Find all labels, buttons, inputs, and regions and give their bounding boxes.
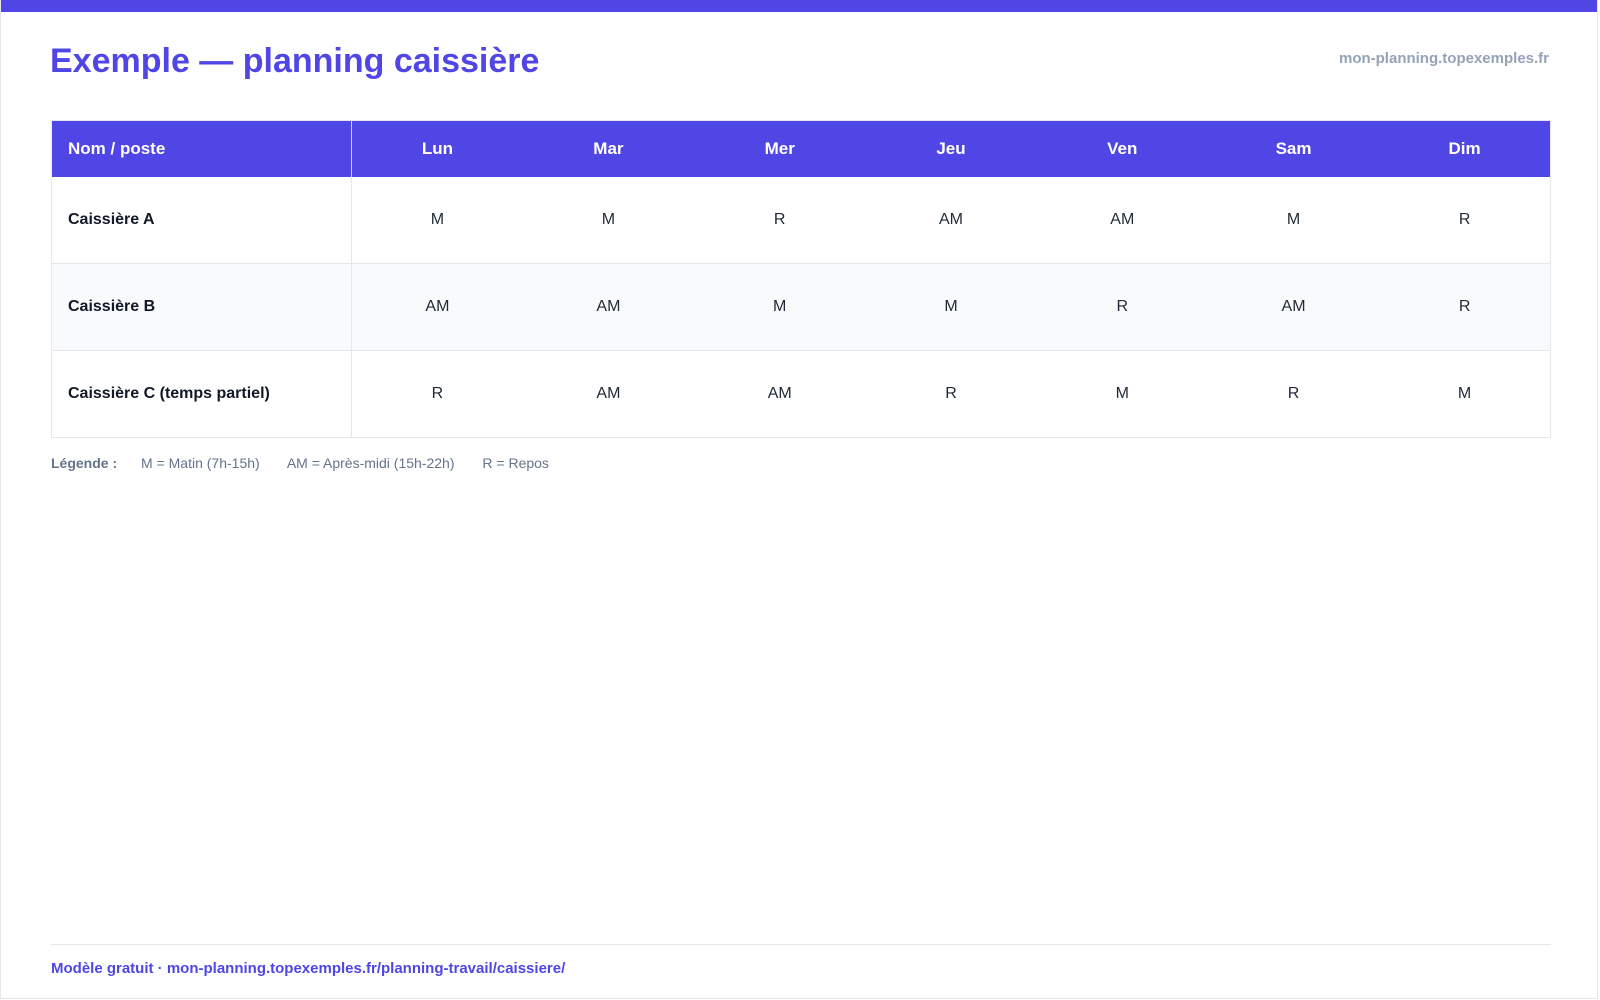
column-header-day: Jeu	[865, 120, 1037, 177]
shift-cell: AM	[351, 263, 523, 351]
column-header-day: Sam	[1207, 120, 1380, 177]
legend-item-morning: M = Matin (7h-15h)	[141, 455, 260, 471]
legend: Légende : M = Matin (7h-15h) AM = Après-…	[51, 454, 573, 472]
shift-cell: M	[1036, 350, 1208, 438]
shift-cell: R	[1379, 177, 1551, 264]
shift-cell: M	[351, 177, 523, 264]
column-header-day: Dim	[1379, 120, 1551, 177]
shift-cell: M	[1379, 350, 1551, 438]
table-row: Caissière B AM AM M M R AM R	[51, 263, 1551, 351]
shift-cell: AM	[522, 350, 695, 438]
shift-cell: M	[1207, 177, 1380, 264]
top-accent-bar	[1, 0, 1597, 12]
employee-name: Caissière A	[51, 177, 352, 264]
column-header-day: Mer	[694, 120, 866, 177]
site-url[interactable]: mon-planning.topexemples.fr	[1339, 50, 1549, 68]
shift-cell: AM	[694, 350, 866, 438]
table-header-row: Nom / poste Lun Mar Mer Jeu Ven Sam Dim	[51, 120, 1551, 177]
shift-cell: M	[694, 263, 866, 351]
shift-cell: R	[865, 350, 1037, 438]
shift-cell: R	[694, 177, 866, 264]
employee-name: Caissière C (temps partiel)	[51, 350, 352, 438]
shift-cell: M	[865, 263, 1037, 351]
shift-cell: AM	[522, 263, 695, 351]
legend-item-rest: R = Repos	[482, 455, 549, 471]
employee-name: Caissière B	[51, 263, 352, 351]
page-title: Exemple — planning caissière	[50, 42, 540, 80]
schedule-table: Nom / poste Lun Mar Mer Jeu Ven Sam Dim …	[51, 120, 1551, 438]
shift-cell: AM	[865, 177, 1037, 264]
footer-link[interactable]: Modèle gratuit · mon-planning.topexemple…	[51, 960, 565, 978]
shift-cell: R	[1379, 263, 1551, 351]
shift-cell: R	[1036, 263, 1208, 351]
legend-item-afternoon: AM = Après-midi (15h-22h)	[286, 455, 455, 471]
column-header-day: Lun	[351, 120, 523, 177]
table-row: Caissière A M M R AM AM M R	[51, 177, 1551, 264]
column-header-name: Nom / poste	[51, 120, 352, 177]
legend-title: Légende :	[51, 455, 118, 471]
column-header-day: Mar	[522, 120, 695, 177]
shift-cell: M	[522, 177, 695, 264]
shift-cell: AM	[1207, 263, 1380, 351]
footer-divider	[51, 944, 1551, 945]
shift-cell: R	[351, 350, 523, 438]
table-row: Caissière C (temps partiel) R AM AM R M …	[51, 350, 1551, 438]
column-header-day: Ven	[1036, 120, 1208, 177]
shift-cell: AM	[1036, 177, 1208, 264]
page: Exemple — planning caissière mon-plannin…	[0, 0, 1598, 999]
shift-cell: R	[1207, 350, 1380, 438]
